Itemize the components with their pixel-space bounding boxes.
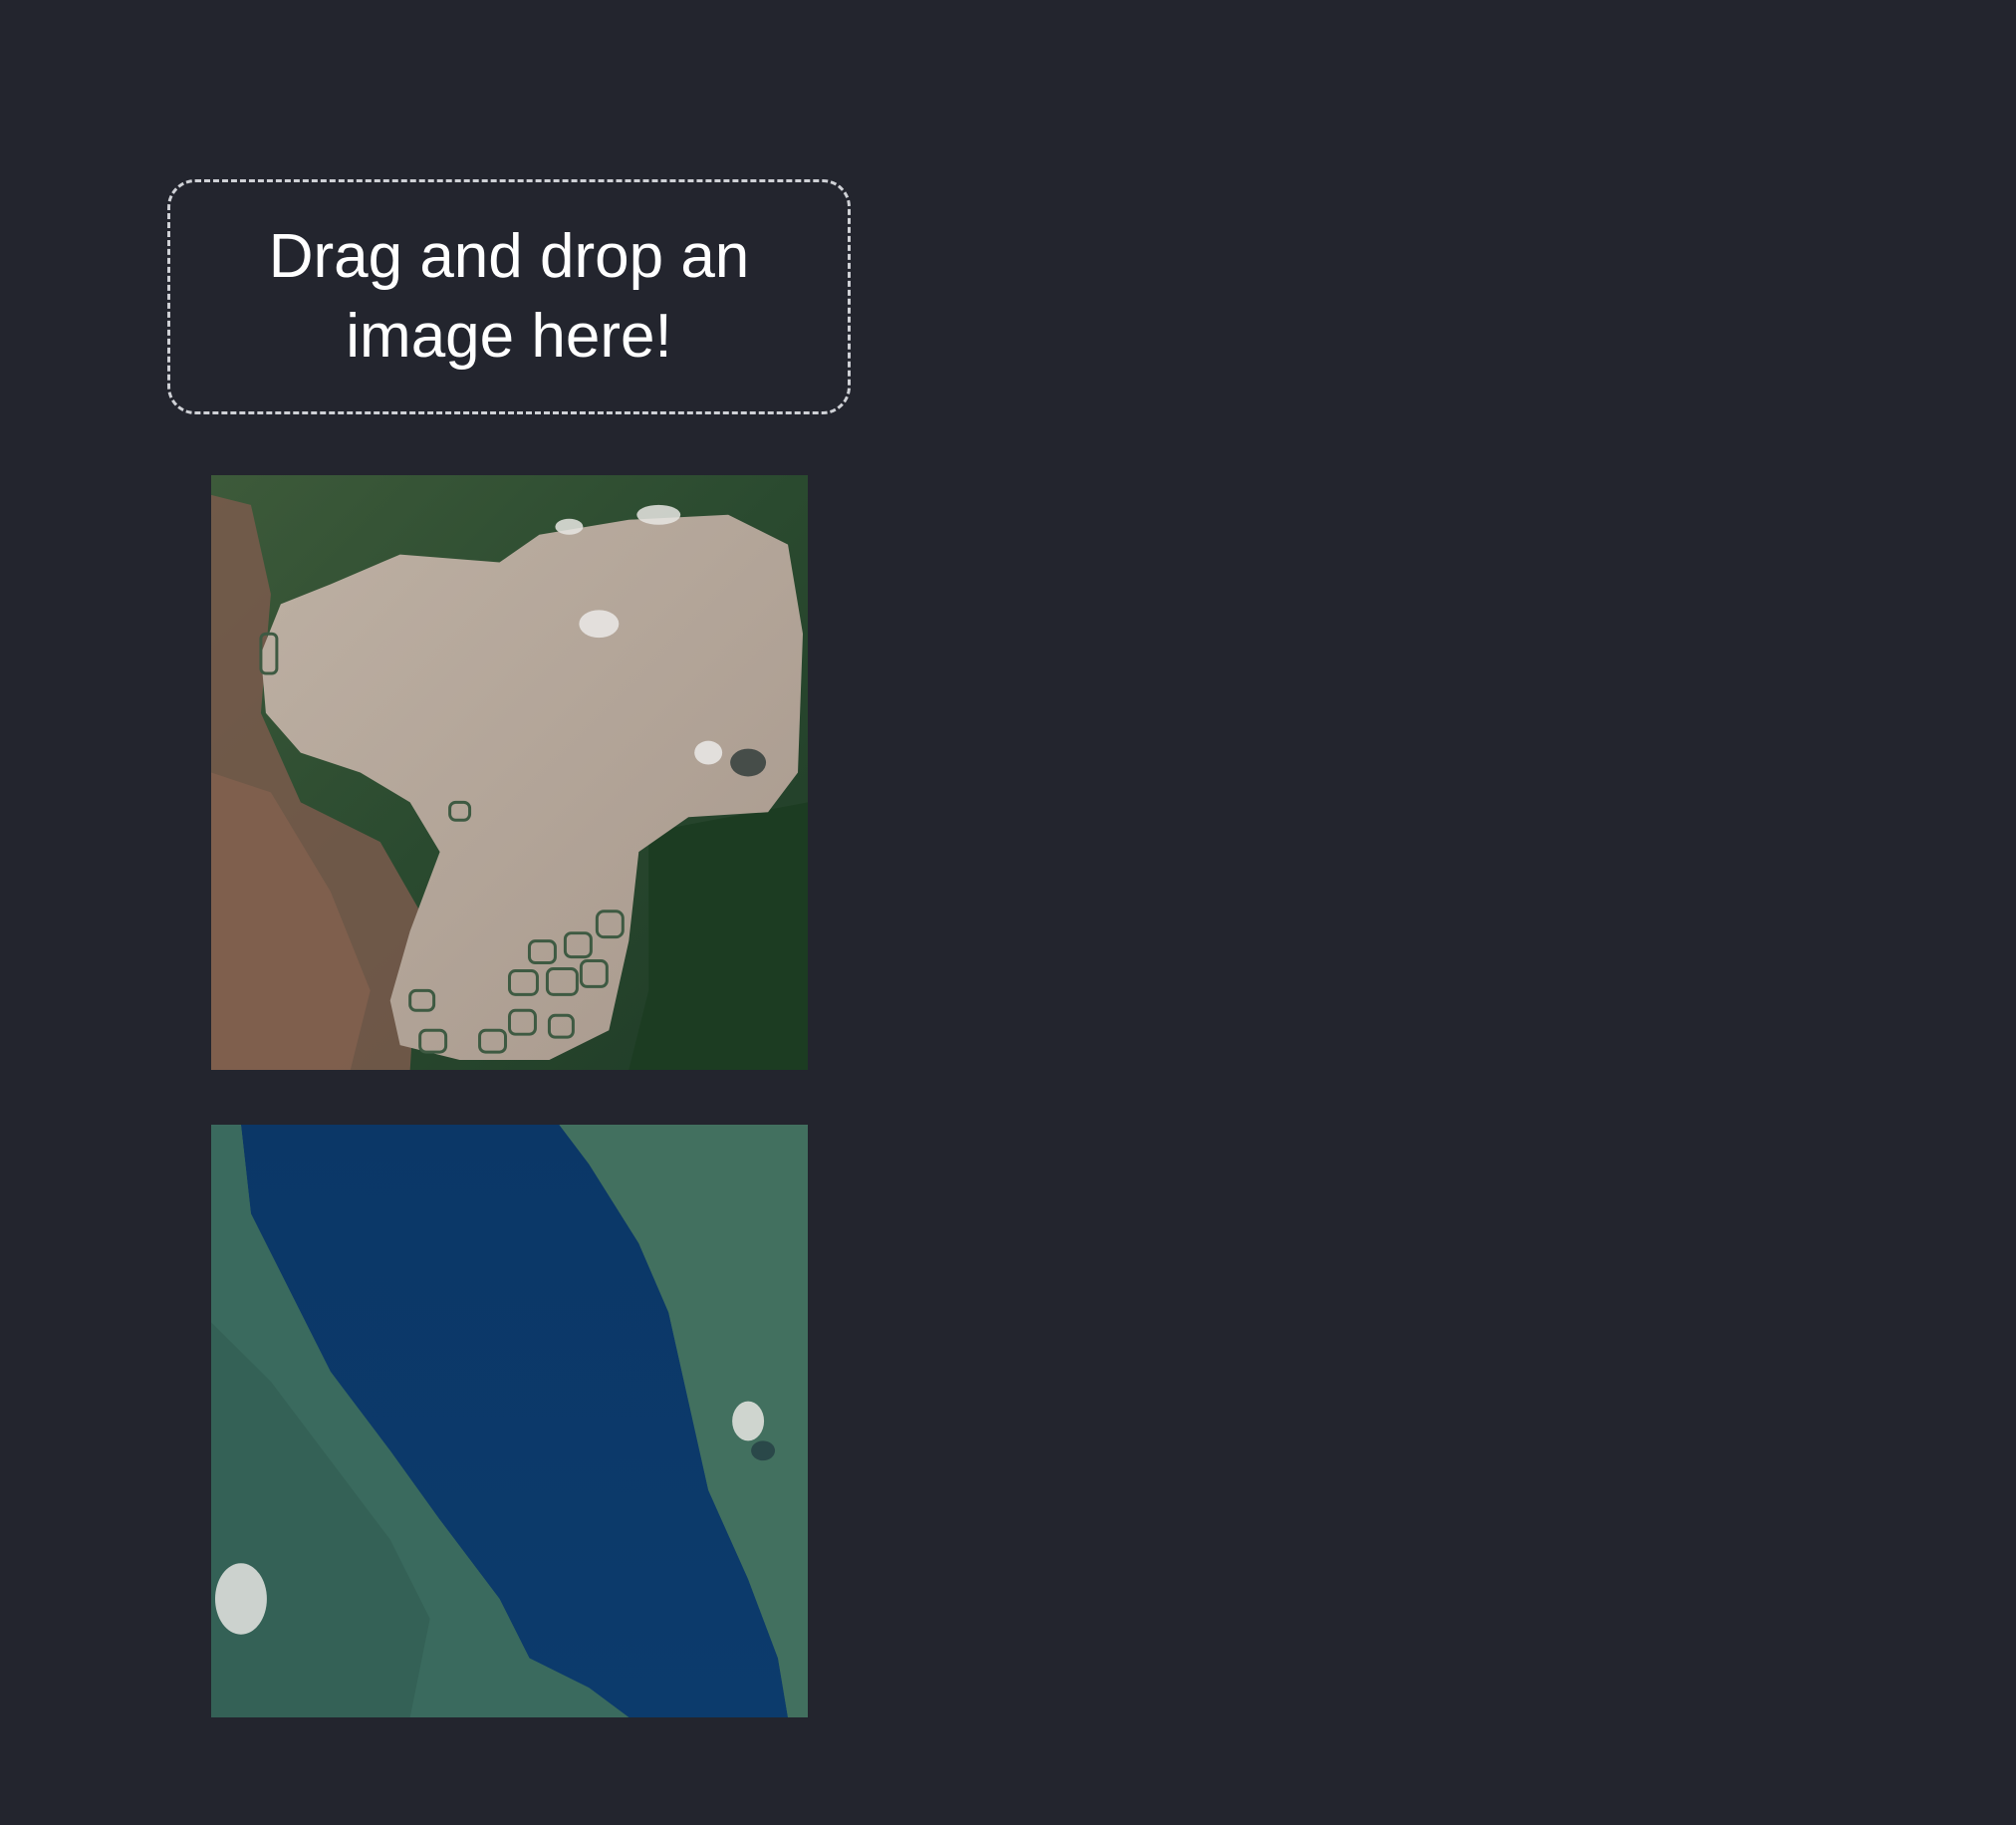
app-page: Drag and drop an image here! (0, 0, 2016, 1825)
image-dropzone[interactable]: Drag and drop an image here! (167, 179, 851, 414)
satellite-image-1 (211, 475, 808, 1070)
image-thumbnail-1[interactable] (211, 475, 808, 1070)
image-thumbnail-2[interactable] (211, 1125, 808, 1717)
dropzone-label: Drag and drop an image here! (268, 222, 750, 371)
satellite-image-2 (211, 1125, 808, 1717)
